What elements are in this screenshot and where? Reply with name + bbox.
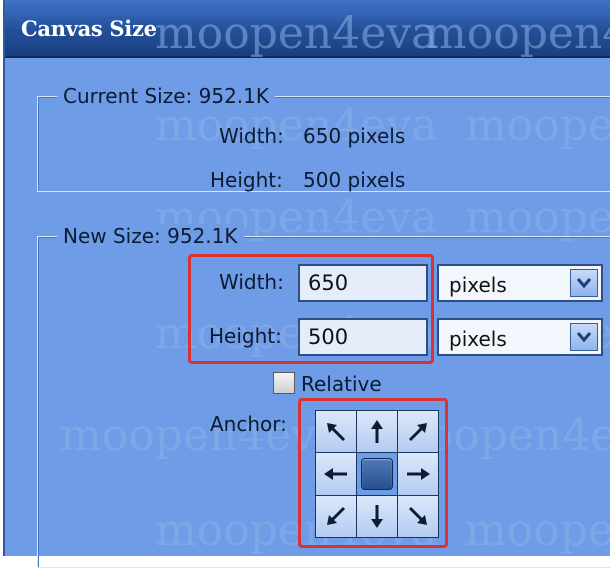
current-width-value: 650 pixels — [303, 124, 406, 148]
highlight-anchor-grid — [298, 398, 448, 548]
current-width-label: Width: — [219, 124, 284, 148]
relative-checkbox[interactable] — [273, 372, 295, 394]
new-size-legend: New Size: 952.1K — [57, 224, 244, 248]
height-unit-select[interactable]: pixels — [437, 318, 603, 356]
chevron-down-icon[interactable] — [570, 269, 598, 297]
width-unit-value: pixels — [449, 273, 507, 297]
chevron-down-icon[interactable] — [570, 323, 598, 351]
current-height-value: 500 pixels — [303, 168, 406, 192]
width-unit-select[interactable]: pixels — [437, 264, 603, 302]
current-height-label: Height: — [210, 168, 283, 192]
relative-label: Relative — [301, 372, 382, 396]
anchor-label: Anchor: — [210, 412, 287, 436]
current-size-legend: Current Size: 952.1K — [57, 84, 275, 108]
height-unit-value: pixels — [449, 327, 507, 351]
canvas-size-dialog: Canvas Size moopen4eva moopen4eva moopen… — [3, 0, 610, 568]
title-bar[interactable]: Canvas Size — [5, 0, 610, 58]
dialog-title: Canvas Size — [21, 16, 157, 41]
highlight-size-fields — [188, 254, 434, 364]
